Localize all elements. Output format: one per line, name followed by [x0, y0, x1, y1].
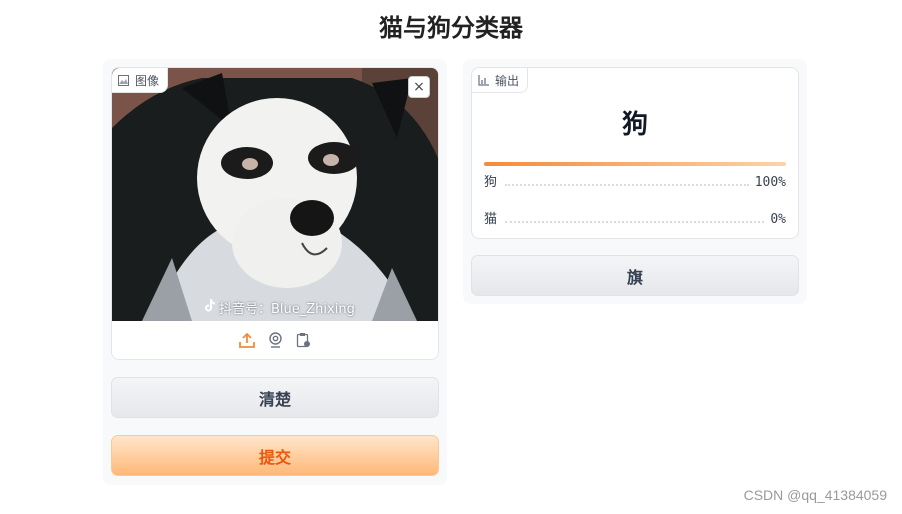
- webcam-icon[interactable]: [267, 332, 284, 349]
- upload-icon[interactable]: [239, 332, 256, 349]
- confidence-label: 猫: [484, 212, 498, 227]
- submit-button[interactable]: 提交: [111, 435, 439, 476]
- output-tag: 输出: [472, 68, 529, 93]
- clear-image-button[interactable]: ×: [408, 76, 430, 98]
- input-column: 图像 × 抖音号：Blue_Zhixing 清楚 提交: [103, 59, 447, 485]
- predicted-label: 狗: [621, 110, 648, 140]
- confidence-value: 0%: [770, 212, 786, 227]
- watermark-text: 抖音号：Blue_Zhixing: [219, 302, 355, 317]
- clear-button[interactable]: 清楚: [111, 377, 439, 418]
- output-panel: 输出 狗 狗 100% 猫 0%: [471, 67, 799, 239]
- image-tag-label: 图像: [135, 73, 160, 88]
- bar-chart-icon: [478, 74, 489, 86]
- dotted-leader: [505, 221, 765, 223]
- confidence-label: 狗: [484, 175, 498, 190]
- image-tag: 图像: [112, 68, 169, 93]
- uploaded-dog-image: [112, 68, 438, 321]
- image-icon: [118, 74, 129, 86]
- flag-button[interactable]: 旗: [471, 255, 799, 296]
- source-toolbar: [112, 321, 438, 359]
- dotted-leader: [505, 184, 749, 186]
- confidence-bar: [484, 162, 786, 166]
- image-input-panel: 图像 × 抖音号：Blue_Zhixing: [111, 67, 439, 360]
- page-title: 猫与狗分类器: [379, 14, 523, 42]
- footer-credit: CSDN @qq_41384059: [743, 487, 887, 503]
- confidence-row: 狗 100%: [484, 172, 786, 190]
- confidence-row: 猫 0%: [484, 209, 786, 227]
- clipboard-icon[interactable]: [295, 332, 312, 349]
- watermark: 抖音号：Blue_Zhixing: [204, 298, 355, 317]
- confidence-value: 100%: [754, 175, 786, 190]
- output-column: 输出 狗 狗 100% 猫 0% 旗: [463, 59, 807, 304]
- output-tag-label: 输出: [495, 73, 520, 88]
- tiktok-icon: [204, 299, 216, 316]
